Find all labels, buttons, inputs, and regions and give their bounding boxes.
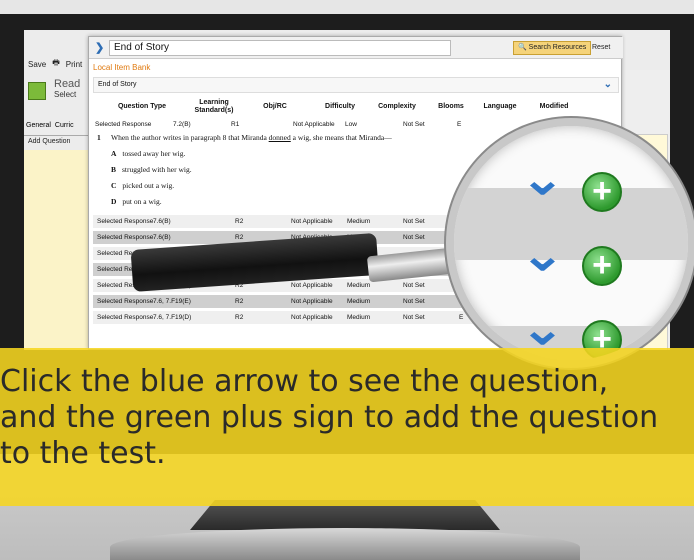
magnifier-lens: ⌄ + ⌄ + ⌄ + [446, 118, 694, 368]
cell-type: Selected Response [97, 234, 154, 241]
lens-row [454, 260, 688, 330]
lens-row [454, 126, 688, 196]
add-question-button[interactable]: Add Question [28, 138, 70, 145]
caption-text: Click the blue arrow to see the question… [0, 364, 659, 471]
cell-obj: R1 [231, 121, 240, 128]
cell-obj: R2 [235, 218, 244, 225]
cell-complexity: Medium [347, 282, 371, 289]
cell-standard: 7.6, 7.F19(D) [153, 314, 192, 321]
cell-obj: R2 [235, 314, 244, 321]
cell-blooms: Not Set [403, 218, 425, 225]
cell-complexity: Medium [347, 298, 371, 305]
cell-standard: 7.2(B) [173, 121, 191, 128]
cell-blooms: Not Set [403, 314, 425, 321]
cell-difficulty: Not Applicable [291, 282, 333, 289]
lens-row [454, 188, 688, 260]
dialog-title-field[interactable]: End of Story [109, 40, 451, 56]
monitor-stand-base [110, 528, 580, 560]
cell-type: Selected Response [95, 121, 152, 128]
column-header-obj: Obj/RC [263, 103, 287, 110]
question-number: 1 [97, 133, 101, 142]
reset-button[interactable]: Reset [589, 41, 613, 55]
chevron-down-icon[interactable]: ❯ [95, 41, 104, 54]
cell-complexity: Medium [347, 218, 371, 225]
column-header-blooms: Blooms [438, 103, 464, 110]
plus-circle-icon[interactable]: + [582, 172, 622, 212]
search-resources-label: Search Resources [528, 44, 587, 51]
select-label[interactable]: Select [54, 90, 80, 99]
column-header-standard: Learning Standard(s) [194, 99, 234, 114]
column-header-complexity: Complexity [378, 103, 416, 110]
printer-icon[interactable]: 🖶 [52, 57, 60, 71]
search-resources-button[interactable]: 🔍 Search Resources [513, 41, 592, 55]
chevron-down-icon[interactable]: ⌄ [604, 78, 612, 92]
cell-blooms: Not Set [403, 234, 425, 241]
cell-type: Selected Response [97, 218, 154, 225]
cell-complexity: Low [345, 121, 357, 128]
tab-general[interactable]: General [26, 122, 51, 135]
cell-blooms: Not Set [403, 298, 425, 305]
background-toolbar: Save 🖶 Print [24, 52, 94, 76]
instruction-caption: Click the blue arrow to see the question… [0, 348, 694, 506]
cell-difficulty: Not Applicable [291, 314, 333, 321]
cell-standard: 7.6(B) [153, 218, 171, 225]
dialog-header: ❯ End of Story 🔍 Search Resources Reset [89, 37, 623, 59]
cell-standard: 7.6, 7.F19(E) [153, 298, 191, 305]
background-left-panel [24, 150, 88, 350]
answer-choice: Bstruggled with her wig. [111, 165, 192, 174]
story-row[interactable]: End of Story ⌄ [93, 77, 619, 93]
chevron-down-icon[interactable]: ⌄ [520, 158, 564, 202]
tab-curric[interactable]: Curric [55, 122, 74, 135]
cell-type: Selected Response [97, 298, 154, 305]
chevron-down-icon[interactable]: ⌄ [520, 234, 564, 278]
cell-obj: R2 [235, 298, 244, 305]
cell-complexity: Medium [347, 314, 371, 321]
background-tabs: General Curric [24, 122, 88, 136]
read-label: Read [54, 78, 81, 90]
answer-choice: Dput on a wig. [111, 197, 162, 206]
monitor-top [0, 0, 694, 14]
cell-difficulty: Not Applicable [293, 121, 335, 128]
cell-blooms: Not Set [403, 282, 425, 289]
story-label: End of Story [98, 81, 137, 88]
cell-type: Selected Response [97, 314, 154, 321]
column-header-language: Language [483, 103, 517, 110]
column-header-difficulty: Difficulty [325, 103, 355, 110]
cell-blooms: Not Set [403, 121, 425, 128]
read-section: Read Select [30, 78, 80, 99]
cell-difficulty: Not Applicable [291, 298, 333, 305]
cell-difficulty: Not Applicable [291, 218, 333, 225]
plus-circle-icon[interactable]: + [582, 246, 622, 286]
column-header-type: Question Type [117, 103, 167, 110]
column-header-modified: Modified [539, 103, 569, 110]
save-button[interactable]: Save [28, 60, 46, 69]
cell-standard: 7.6(B) [153, 234, 171, 241]
chevron-down-icon[interactable]: ⌄ [520, 308, 564, 352]
library-label: Local Item Bank [93, 63, 151, 72]
answer-choice: Cpicked out a wig. [111, 181, 175, 190]
answer-choice: Atossed away her wig. [111, 149, 186, 158]
print-button[interactable]: Print [66, 60, 82, 69]
search-icon: 🔍 [518, 44, 527, 51]
